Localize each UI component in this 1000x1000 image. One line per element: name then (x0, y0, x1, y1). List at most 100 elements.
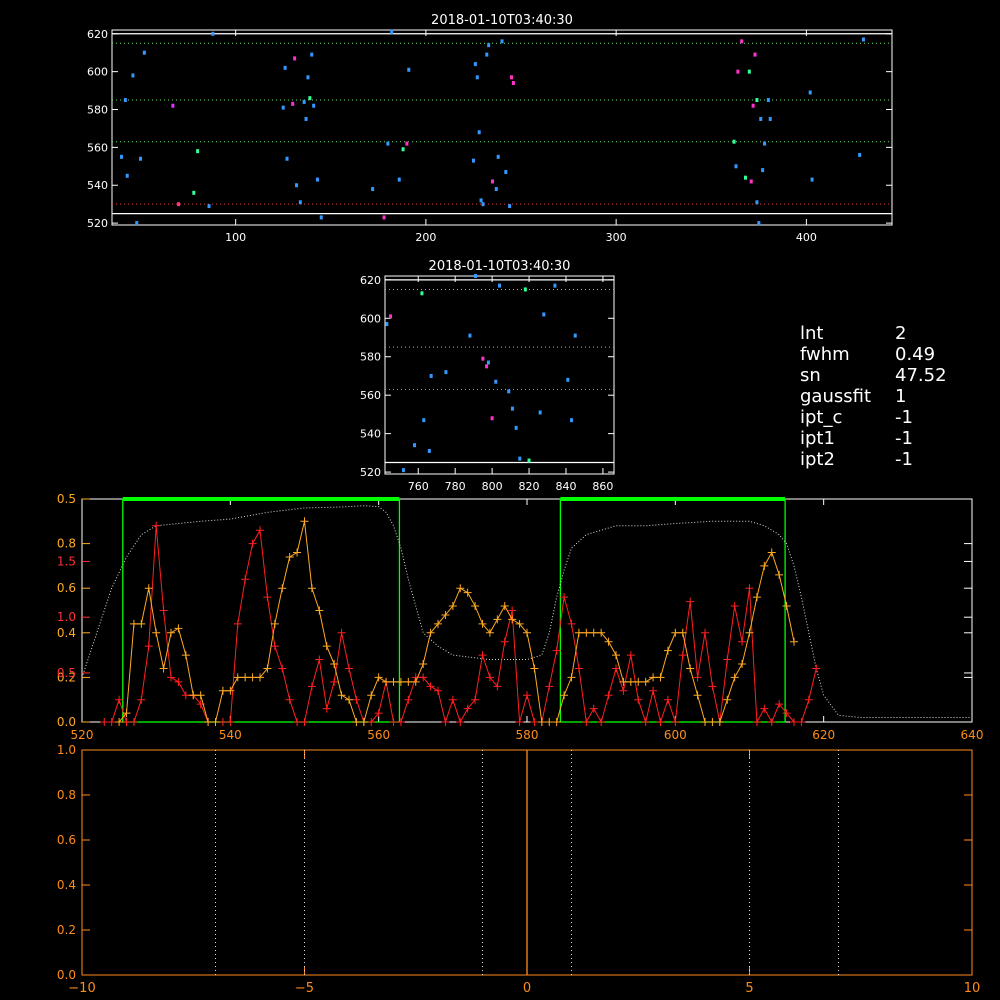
y-tick-label: 0.8 (57, 788, 76, 802)
orange-series-point (574, 628, 583, 637)
scatter-point (744, 175, 748, 180)
orange-series-line (118, 521, 795, 723)
orange-series-point (649, 673, 658, 682)
scatter-point (747, 69, 751, 74)
scatter-point (810, 177, 814, 182)
red-series-point (708, 682, 717, 691)
scatter-point (420, 291, 424, 296)
scatter-point (494, 187, 498, 192)
scatter-point (304, 116, 308, 121)
x-tick-label: 400 (796, 231, 817, 244)
orange-series-point (152, 628, 161, 637)
scatter-point (120, 154, 124, 159)
scatter-point (487, 43, 491, 48)
info-value: 1 (895, 386, 907, 407)
red-series-point (256, 526, 264, 535)
red-series-point (226, 718, 235, 726)
x-tick-label: 840 (555, 480, 576, 493)
figure-canvas: 2018-01-10T03:40:30100 200 300 400520540560… (0, 0, 983, 996)
scatter-point (429, 373, 433, 378)
orange-series-point (760, 561, 769, 570)
red-series-point (441, 718, 450, 726)
orange-series-point (144, 584, 153, 593)
scatter-point (740, 39, 744, 44)
orange-series-point (167, 628, 175, 637)
y-tick-label: 0.5 (57, 666, 76, 680)
y-tick-label: 580 (87, 104, 108, 117)
info-key: fwhm (800, 344, 850, 365)
orange-series-point (322, 642, 331, 651)
scatter-point (281, 105, 285, 110)
scatter-point (295, 183, 299, 188)
scatter-point (761, 168, 765, 173)
red-series-point (730, 602, 739, 611)
red-series-point (619, 686, 628, 695)
scatter-point (498, 283, 501, 288)
red-series-point (678, 651, 687, 660)
x-tick-label: 560 (367, 728, 390, 742)
orange-series-point (337, 691, 346, 700)
scatter-point (427, 448, 431, 453)
scatter-point (479, 198, 483, 203)
x-tick-label: 300 (606, 231, 627, 244)
scatter-point (759, 116, 763, 121)
zoom-scatter-panel: 2018-01-10T03:40:30 760 780 800 820 840 860 520… (360, 259, 615, 493)
orange-series-point (663, 646, 672, 655)
info-row: sn 47.52 (800, 365, 995, 386)
red-series-point (515, 718, 524, 726)
x-tick-label: −10 (68, 981, 95, 996)
orange-series-point (300, 517, 309, 526)
scatter-point (125, 173, 129, 178)
scatter-point (192, 190, 196, 195)
scatter-point (496, 154, 500, 159)
scatter-point (494, 379, 498, 384)
orange-series-point (374, 673, 383, 682)
y-tick-label: 1.0 (57, 743, 76, 757)
orange-series-point (211, 718, 220, 726)
red-series-point (745, 584, 754, 593)
red-series-point (159, 606, 168, 615)
orange-series-point (307, 584, 316, 593)
scatter-point (135, 221, 139, 226)
orange-series-point (693, 691, 702, 700)
red-series-point (500, 637, 509, 646)
red-series-point (218, 718, 227, 726)
scatter-point (510, 406, 514, 411)
info-key: ipt_c (800, 407, 843, 428)
info-row: lnt 2 (800, 323, 995, 344)
scatter-point (734, 164, 738, 169)
lag-plot-panel: −10 −5 0 5 10 0.0 0.2 0.4 0.6 0.8 1.0 (57, 743, 980, 996)
scatter-point (386, 141, 390, 146)
red-series-point (574, 664, 583, 673)
orange-series-point (671, 628, 680, 637)
scatter-point (755, 98, 759, 103)
scatter-point (858, 152, 862, 157)
scatter-point (538, 410, 542, 415)
orange-series-point (641, 677, 650, 686)
scatter-point (385, 322, 389, 327)
scatter-point (382, 215, 386, 220)
x-tick-label: 200 (415, 231, 436, 244)
red-series-point (233, 619, 242, 628)
scatter-point (389, 314, 393, 319)
orange-series-point (752, 593, 761, 602)
red-series-point (144, 642, 153, 651)
chart-title: 2018-01-10T03:40:30 (429, 259, 571, 274)
orange-series-point (129, 619, 138, 628)
scatter-point (471, 158, 475, 163)
x-tick-label: −5 (295, 981, 314, 996)
scatter-point (486, 360, 490, 365)
scatter-point (196, 149, 200, 154)
y-tick-label: 0.4 (57, 878, 76, 892)
y-tick-label: 0.4 (57, 626, 76, 640)
y-tick-label: 520 (87, 217, 108, 230)
y-tick-label: 580 (360, 351, 381, 364)
red-series-point (285, 695, 294, 704)
scatter-point (553, 283, 557, 288)
scatter-point (123, 98, 127, 103)
x-tick-label: 800 (482, 480, 503, 493)
red-series-point (307, 682, 316, 691)
red-series-point (300, 718, 309, 726)
scatter-point (500, 39, 504, 44)
orange-series-point (285, 552, 294, 561)
